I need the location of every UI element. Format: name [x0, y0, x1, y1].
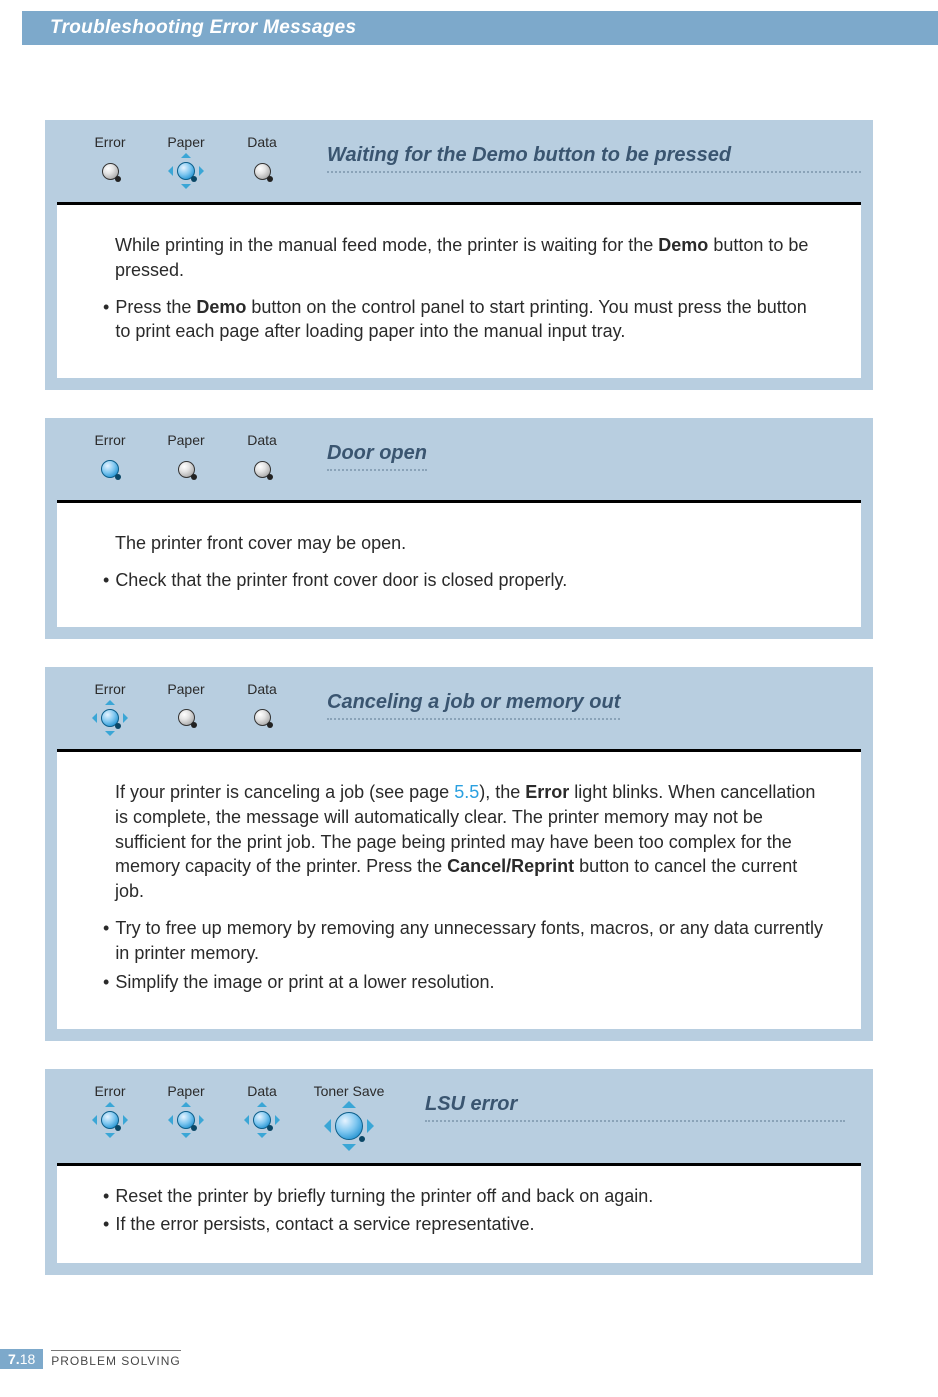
led-error: Error	[85, 1083, 135, 1137]
error-title: LSU error	[425, 1093, 845, 1122]
bullet-dot: •	[103, 568, 109, 593]
page-xref[interactable]: 5.5	[454, 782, 479, 802]
led-blinking-icon	[245, 1103, 279, 1137]
led-label: Data	[247, 681, 277, 697]
panel-body: While printing in the manual feed mode, …	[57, 202, 861, 378]
led-label: Data	[247, 134, 277, 150]
bullet-text: Simplify the image or print at a lower r…	[115, 970, 825, 995]
led-paper: Paper	[161, 432, 211, 486]
led-blinking-big-icon	[326, 1103, 372, 1149]
led-off-icon	[245, 452, 279, 486]
intro-text: While printing in the manual feed mode, …	[115, 233, 825, 283]
panel-body: If your printer is canceling a job (see …	[57, 749, 861, 1029]
led-blinking-icon	[93, 701, 127, 735]
bullet-text: Reset the printer by briefly turning the…	[115, 1184, 825, 1209]
panel-header: Error Paper Data Door open	[57, 432, 861, 500]
led-off-icon	[93, 154, 127, 188]
page-num: 18	[20, 1351, 36, 1367]
bullet-item: • Check that the printer front cover doo…	[103, 568, 825, 593]
led-data: Data	[237, 432, 287, 486]
panel-header: Error Paper Data Waiting for the Demo bu…	[57, 134, 861, 202]
footer-section-label: PROBLEM SOLVING	[51, 1350, 180, 1369]
led-paper: Paper	[161, 681, 211, 735]
page-number-tab: 7.18	[0, 1349, 43, 1369]
intro-text: If your printer is canceling a job (see …	[115, 780, 825, 904]
panel-header: Error Paper Data Canceling a job or memo…	[57, 681, 861, 749]
led-label: Error	[94, 134, 125, 150]
intro-text: The printer front cover may be open.	[115, 531, 825, 556]
title-wrap: LSU error	[385, 1083, 861, 1122]
bullet-text: Try to free up memory by removing any un…	[115, 916, 825, 966]
panel-body: The printer front cover may be open. • C…	[57, 500, 861, 627]
bullet-dot: •	[103, 970, 109, 995]
error-title: Waiting for the Demo button to be presse…	[327, 144, 861, 173]
led-off-icon	[169, 701, 203, 735]
led-label: Error	[94, 432, 125, 448]
led-paper: Paper	[161, 134, 211, 188]
panel-waiting-demo: Error Paper Data Waiting for the Demo bu…	[45, 120, 873, 390]
bullet-item: • Try to free up memory by removing any …	[103, 916, 825, 966]
section-title: Troubleshooting Error Messages	[50, 17, 356, 39]
bullet-item: • Press the Demo button on the control p…	[103, 295, 825, 345]
led-data: Data	[237, 681, 287, 735]
led-data: Data	[237, 1083, 287, 1137]
bullet-text: If the error persists, contact a service…	[115, 1212, 825, 1237]
led-on-rings-icon	[93, 452, 127, 486]
led-row: Error Paper Data	[85, 1083, 385, 1149]
page-footer: 7.18 PROBLEM SOLVING	[0, 1349, 181, 1369]
led-toner-save: Toner Save	[313, 1083, 385, 1149]
bullet-dot: •	[103, 916, 109, 966]
panel-header: Error Paper Data	[57, 1083, 861, 1163]
page-chapter: 7.	[8, 1351, 20, 1367]
bullet-dot: •	[103, 1212, 109, 1237]
bullet-item: • Reset the printer by briefly turning t…	[103, 1184, 825, 1209]
led-error: Error	[85, 681, 135, 735]
title-wrap: Waiting for the Demo button to be presse…	[287, 134, 861, 173]
bullet-dot: •	[103, 1184, 109, 1209]
led-label: Data	[247, 432, 277, 448]
error-title: Door open	[327, 442, 427, 471]
led-label: Paper	[167, 681, 204, 697]
panel-body: • Reset the printer by briefly turning t…	[57, 1163, 861, 1264]
bullet-text: Press the Demo button on the control pan…	[115, 295, 825, 345]
error-title: Canceling a job or memory out	[327, 691, 620, 720]
led-row: Error Paper Data	[85, 681, 287, 735]
led-label: Paper	[167, 432, 204, 448]
panel-lsu-error: Error Paper Data	[45, 1069, 873, 1276]
led-paper: Paper	[161, 1083, 211, 1137]
title-wrap: Door open	[287, 432, 861, 471]
led-blinking-icon	[93, 1103, 127, 1137]
bullet-dot: •	[103, 295, 109, 345]
led-off-icon	[245, 701, 279, 735]
title-wrap: Canceling a job or memory out	[287, 681, 861, 720]
led-row: Error Paper Data	[85, 432, 287, 486]
panel-door-open: Error Paper Data Door open The pr	[45, 418, 873, 639]
led-blinking-icon	[169, 154, 203, 188]
panel-cancel-memory: Error Paper Data Canceling a job or memo…	[45, 667, 873, 1041]
led-error: Error	[85, 432, 135, 486]
section-header: Troubleshooting Error Messages	[22, 11, 938, 45]
bullet-text: Check that the printer front cover door …	[115, 568, 825, 593]
led-off-icon	[169, 452, 203, 486]
bullet-item: • If the error persists, contact a servi…	[103, 1212, 825, 1237]
bullet-item: • Simplify the image or print at a lower…	[103, 970, 825, 995]
led-off-icon	[245, 154, 279, 188]
main-content: Error Paper Data Waiting for the Demo bu…	[45, 120, 873, 1303]
led-row: Error Paper Data	[85, 134, 287, 188]
led-blinking-icon	[169, 1103, 203, 1137]
led-data: Data	[237, 134, 287, 188]
led-error: Error	[85, 134, 135, 188]
